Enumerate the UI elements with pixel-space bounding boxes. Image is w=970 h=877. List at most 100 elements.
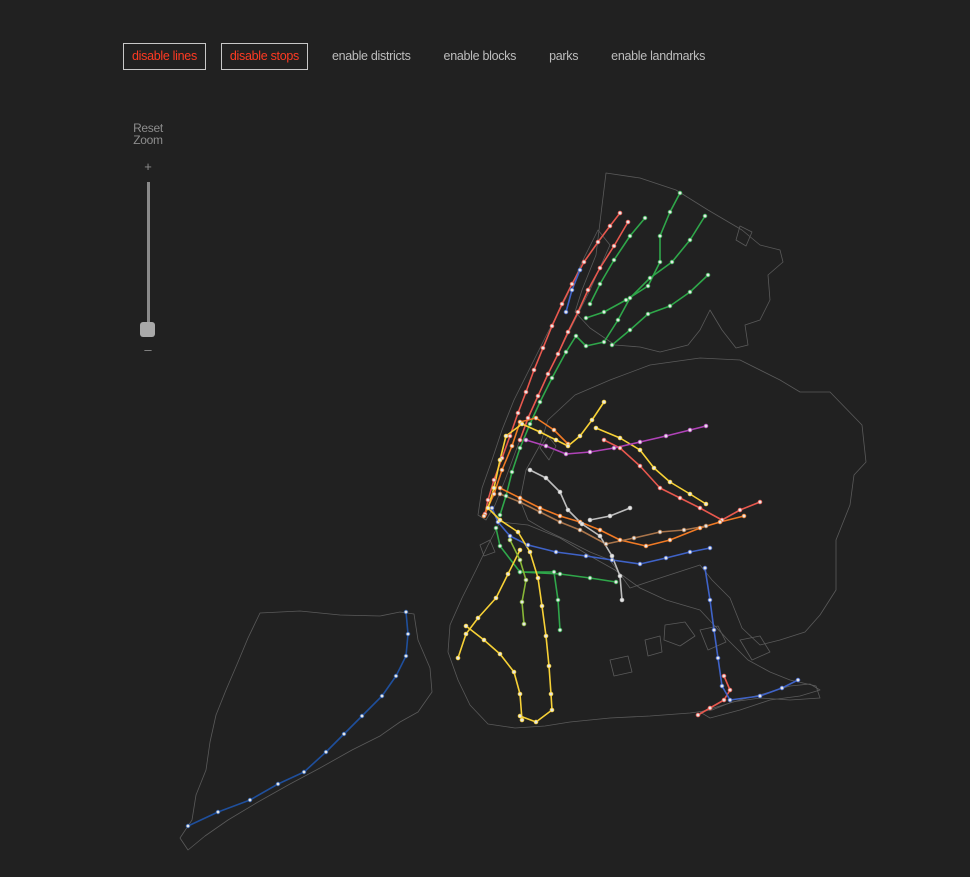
subway-stop[interactable] — [609, 557, 615, 563]
subway-stop[interactable] — [546, 663, 552, 669]
subway-line-blue-12[interactable] — [704, 567, 799, 701]
subway-stop[interactable] — [707, 705, 713, 711]
subway-stop[interactable] — [481, 513, 487, 519]
subway-stop[interactable] — [595, 239, 601, 245]
subway-stop[interactable] — [702, 213, 708, 219]
subway-stop[interactable] — [609, 553, 615, 559]
subway-stop[interactable] — [499, 467, 505, 473]
subway-stop[interactable] — [543, 633, 549, 639]
subway-stop[interactable] — [519, 717, 525, 723]
subway-stop[interactable] — [637, 439, 643, 445]
subway-stop[interactable] — [627, 327, 633, 333]
subway-stop[interactable] — [569, 287, 575, 293]
subway-stop[interactable] — [517, 445, 523, 451]
subway-stop[interactable] — [485, 505, 491, 511]
subway-stop[interactable] — [493, 525, 499, 531]
subway-stop[interactable] — [611, 257, 617, 263]
subway-stop[interactable] — [597, 281, 603, 287]
subway-stop[interactable] — [707, 545, 713, 551]
subway-stop[interactable] — [549, 707, 555, 713]
subway-stop[interactable] — [563, 349, 569, 355]
subway-stop[interactable] — [637, 463, 643, 469]
subway-stop[interactable] — [507, 433, 513, 439]
subway-stop[interactable] — [517, 691, 523, 697]
subway-stop[interactable] — [757, 693, 763, 699]
subway-stop[interactable] — [537, 429, 543, 435]
subway-stop[interactable] — [707, 597, 713, 603]
subway-stop[interactable] — [663, 433, 669, 439]
subway-stop[interactable] — [537, 505, 543, 511]
subway-stop[interactable] — [587, 301, 593, 307]
subway-line-green-9[interactable] — [519, 571, 617, 583]
subway-stop[interactable] — [551, 427, 557, 433]
subway-stop[interactable] — [667, 537, 673, 543]
subway-stop[interactable] — [521, 621, 527, 627]
subway-stop[interactable] — [603, 541, 609, 547]
subway-stop[interactable] — [491, 477, 497, 483]
subway-stop[interactable] — [523, 389, 529, 395]
subway-stop[interactable] — [481, 637, 487, 643]
subway-stop[interactable] — [523, 577, 529, 583]
subway-stop[interactable] — [527, 467, 533, 473]
subway-stop[interactable] — [559, 301, 565, 307]
subway-stop[interactable] — [697, 505, 703, 511]
subway-stop[interactable] — [503, 493, 509, 499]
subway-stop[interactable] — [509, 469, 515, 475]
subway-stop[interactable] — [695, 712, 701, 718]
subway-line-yellow-16[interactable] — [457, 549, 521, 659]
subway-stop[interactable] — [617, 573, 623, 579]
subway-stop[interactable] — [607, 223, 613, 229]
subway-stop[interactable] — [497, 512, 503, 518]
subway-stop[interactable] — [505, 571, 511, 577]
subway-stop[interactable] — [533, 415, 539, 421]
subway-stop[interactable] — [497, 543, 503, 549]
subway-stop[interactable] — [579, 521, 585, 527]
subway-stop[interactable] — [517, 499, 523, 505]
subway-stop[interactable] — [702, 565, 708, 571]
subway-stop[interactable] — [507, 533, 513, 539]
subway-stop[interactable] — [537, 509, 543, 515]
subway-stop[interactable] — [587, 449, 593, 455]
subway-stop[interactable] — [545, 371, 551, 377]
subway-stop[interactable] — [517, 569, 523, 575]
subway-stop[interactable] — [537, 399, 543, 405]
subway-stop[interactable] — [607, 513, 613, 519]
subway-stop[interactable] — [403, 653, 409, 659]
subway-stop[interactable] — [667, 209, 673, 215]
subway-stop[interactable] — [515, 529, 521, 535]
subway-stop[interactable] — [185, 823, 191, 829]
subway-stop[interactable] — [379, 693, 385, 699]
subway-stop[interactable] — [527, 421, 533, 427]
subway-stop[interactable] — [613, 579, 619, 585]
subway-stop[interactable] — [463, 623, 469, 629]
subway-stop[interactable] — [643, 543, 649, 549]
subway-stop[interactable] — [717, 519, 723, 525]
subway-stop[interactable] — [597, 533, 603, 539]
subway-stop[interactable] — [617, 435, 623, 441]
subway-stop[interactable] — [393, 673, 399, 679]
subway-line-navy-24[interactable] — [187, 611, 409, 827]
subway-stop[interactable] — [627, 233, 633, 239]
subway-stop[interactable] — [719, 683, 725, 689]
subway-stop[interactable] — [741, 513, 747, 519]
subway-stop[interactable] — [721, 697, 727, 703]
subway-stop[interactable] — [575, 309, 581, 315]
subway-stop[interactable] — [555, 351, 561, 357]
subway-stop[interactable] — [539, 603, 545, 609]
subway-stop[interactable] — [491, 485, 497, 491]
subway-stop[interactable] — [651, 465, 657, 471]
subway-stop[interactable] — [779, 685, 785, 691]
subway-stop[interactable] — [687, 491, 693, 497]
subway-stop[interactable] — [549, 323, 555, 329]
subway-stop[interactable] — [557, 489, 563, 495]
subway-stop[interactable] — [601, 309, 607, 315]
subway-stop[interactable] — [509, 443, 515, 449]
subway-stop[interactable] — [587, 575, 593, 581]
subway-stop[interactable] — [667, 303, 673, 309]
subway-stop[interactable] — [519, 599, 525, 605]
subway-stop[interactable] — [577, 527, 583, 533]
subway-stop[interactable] — [737, 507, 743, 513]
subway-stop[interactable] — [663, 555, 669, 561]
subway-line-green-6[interactable] — [611, 274, 709, 346]
subway-stop[interactable] — [619, 597, 625, 603]
